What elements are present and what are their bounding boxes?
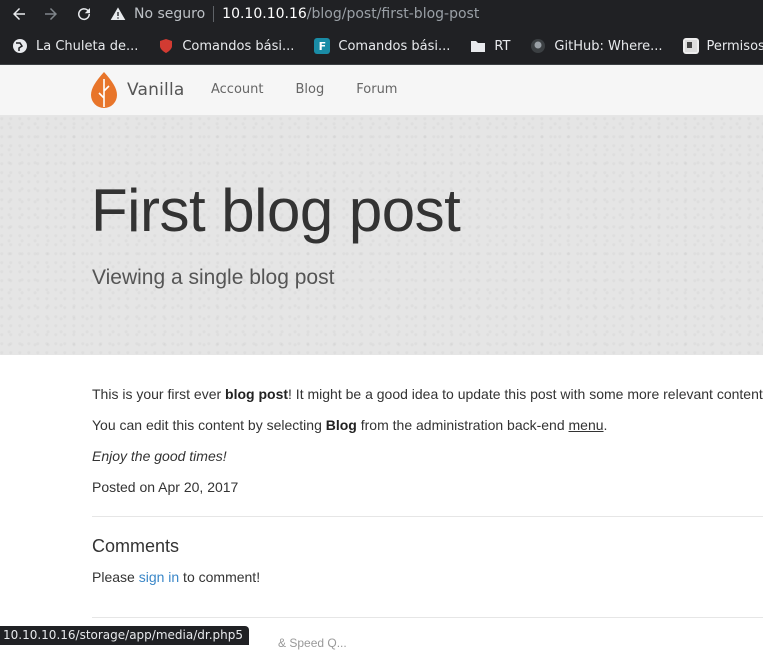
reload-icon: [78, 8, 91, 21]
footer-partial-text: & Speed Q...: [278, 636, 347, 650]
divider: [92, 516, 763, 517]
main-menu: Account Blog Forum: [211, 82, 429, 97]
sign-in-link[interactable]: sign in: [139, 569, 179, 585]
reload-button[interactable]: [73, 3, 95, 25]
posted-date: Posted on Apr 20, 2017: [92, 479, 239, 495]
address-separator: [213, 6, 215, 22]
menu-item-forum[interactable]: Forum: [356, 82, 397, 97]
text: This is your first ever: [92, 386, 226, 402]
post-content: This is your first ever blog post! It mi…: [92, 385, 763, 509]
comments-heading: Comments: [92, 536, 180, 556]
bold-text: Blog: [325, 417, 357, 433]
address-bar[interactable]: No seguro 10.10.10.16/blog/post/first-bl…: [110, 0, 763, 28]
bookmark-la-chuleta[interactable]: La Chuleta de...: [12, 38, 138, 54]
back-arrow-icon: [13, 8, 25, 20]
forward-arrow-icon: [45, 8, 57, 20]
forward-button[interactable]: [40, 3, 62, 25]
bookmark-label: La Chuleta de...: [36, 38, 139, 54]
text: Please: [92, 569, 139, 585]
bookmark-comandos-1[interactable]: Comandos bási...: [158, 38, 294, 54]
text: from the administration back-end: [356, 417, 569, 433]
f-icon: F: [314, 38, 331, 54]
hero-banner: First blog post Viewing a single blog po…: [0, 116, 763, 355]
brand-link[interactable]: Vanilla: [89, 71, 185, 109]
bookmark-comandos-2[interactable]: F Comandos bási...: [314, 38, 450, 54]
text: ! It might be a good idea to update this…: [288, 386, 763, 402]
site-navbar: Vanilla Account Blog Forum: [0, 65, 763, 116]
menu-item-account[interactable]: Account: [211, 82, 264, 97]
shield-icon: [158, 38, 174, 54]
github-icon: [530, 38, 546, 54]
page-icon: [682, 38, 699, 54]
status-bar-url: 10.10.10.16/storage/app/media/dr.php5: [0, 626, 249, 645]
bookmark-folder-rt[interactable]: RT: [470, 38, 510, 54]
warning-icon: [110, 7, 126, 20]
text: to comment!: [179, 569, 261, 585]
insecure-label: No seguro: [134, 6, 206, 22]
brand-name: Vanilla: [127, 80, 185, 100]
bookmark-label: Comandos bási...: [338, 38, 451, 54]
comments-prompt: Please sign in to comment!: [92, 569, 260, 585]
folder-icon: [470, 38, 486, 54]
post-paragraph-1: This is your first ever blog post! It mi…: [92, 385, 763, 403]
text: You can edit this content by selecting: [92, 417, 326, 433]
url-path: /blog/post/first-blog-post: [306, 6, 480, 22]
bookmark-permisos[interactable]: Permisos ba: [682, 38, 763, 54]
menu-item-blog[interactable]: Blog: [296, 82, 325, 97]
bookmarks-bar: La Chuleta de... Comandos bási... F Coma…: [0, 28, 763, 65]
back-button[interactable]: [8, 3, 30, 25]
page-title: First blog post: [91, 177, 461, 244]
leaf-logo-icon: [91, 72, 117, 108]
bookmark-label: RT: [494, 38, 511, 54]
post-paragraph-2: You can edit this content by selecting B…: [92, 416, 763, 434]
menu-link[interactable]: menu: [569, 417, 604, 433]
browser-toolbar: No seguro 10.10.10.16/blog/post/first-bl…: [0, 0, 763, 28]
globe-icon: [12, 38, 28, 54]
url-host: 10.10.10.16: [222, 6, 307, 22]
divider: [92, 617, 763, 618]
post-paragraph-3: Enjoy the good times!: [92, 448, 227, 464]
bookmark-label: GitHub: Where...: [554, 38, 663, 54]
bookmark-label: Comandos bási...: [182, 38, 295, 54]
bold-text: blog post: [225, 386, 289, 402]
page-subtitle: Viewing a single blog post: [92, 266, 335, 289]
bookmark-github[interactable]: GitHub: Where...: [530, 38, 663, 54]
bookmark-label: Permisos ba: [706, 38, 763, 54]
text: .: [603, 417, 608, 433]
